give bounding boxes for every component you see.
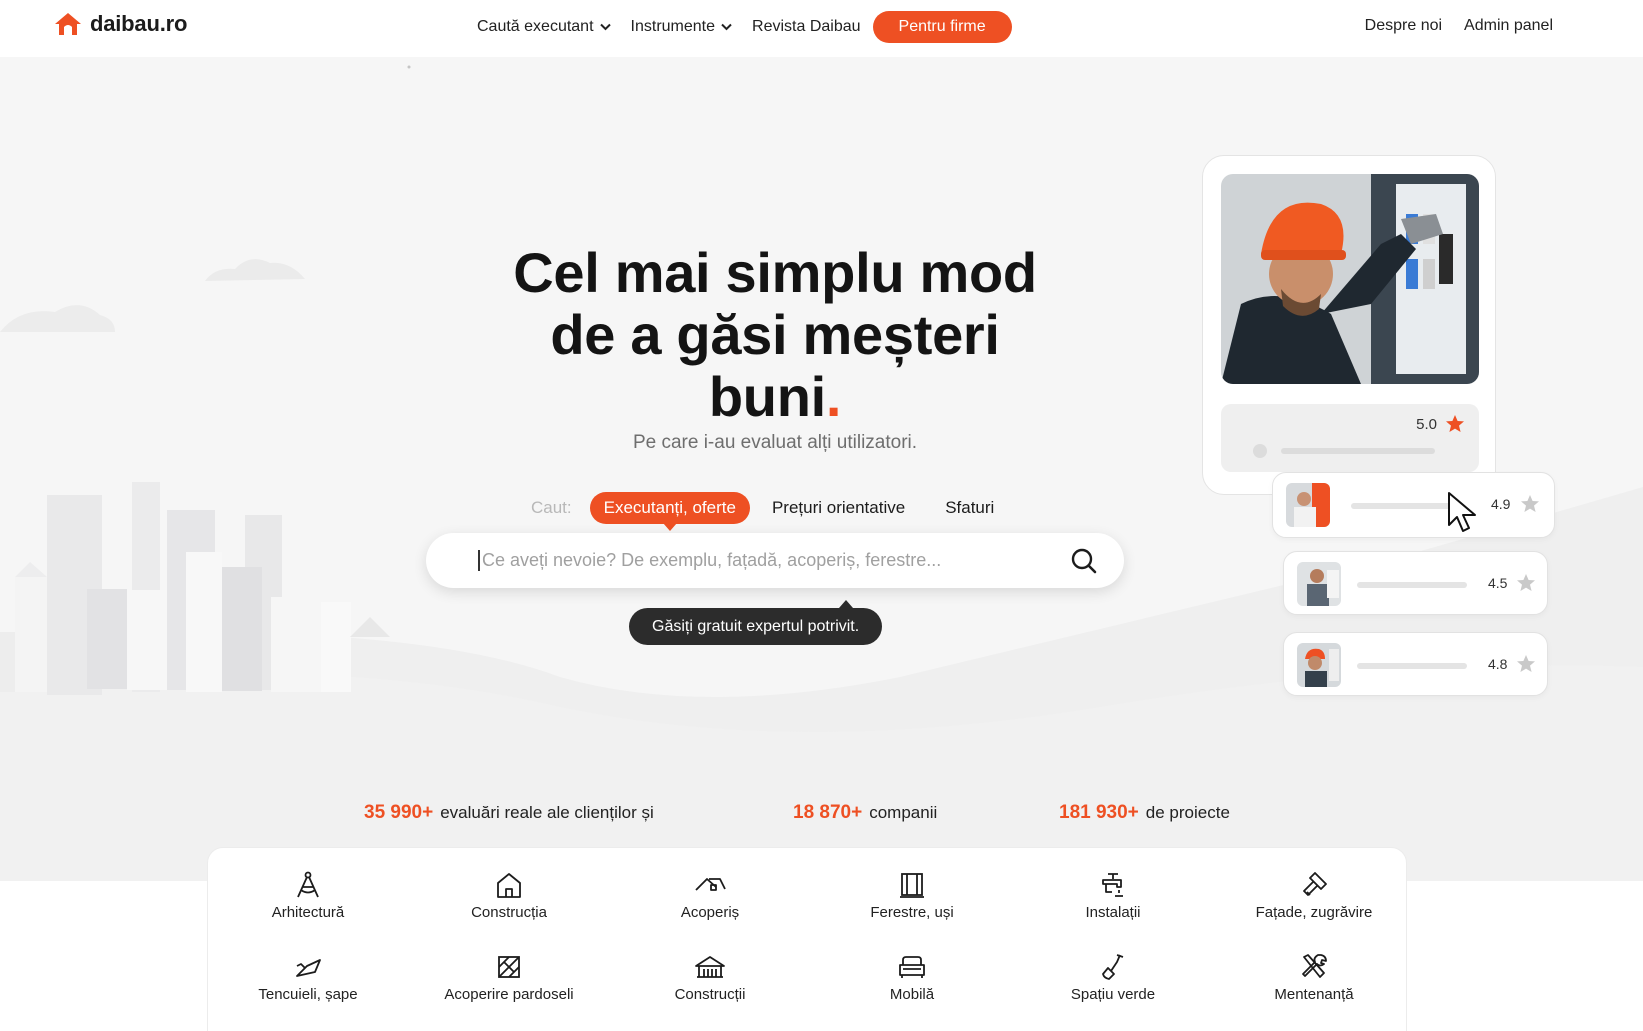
search-type-tabs: Caut: Executanți, oferte Prețuri orienta… <box>531 492 998 531</box>
category-label: Construcții <box>674 986 746 1003</box>
shovel-icon <box>1102 954 1124 980</box>
star-icon <box>1521 495 1539 512</box>
headline-dot: . <box>825 365 842 428</box>
category-maintenance[interactable]: Mentenanță <box>1214 952 1414 1003</box>
stat-number: 35 990+ <box>364 802 434 823</box>
category-label: Acoperiș <box>680 904 740 921</box>
search-input[interactable] <box>478 550 1070 571</box>
category-label: Instalații <box>1085 904 1141 921</box>
category-green-space[interactable]: Spațiu verde <box>1013 952 1213 1003</box>
armchair-icon <box>899 956 925 978</box>
worker-photo <box>1221 174 1479 384</box>
category-label: Ferestre, uși <box>870 904 954 921</box>
category-buildings[interactable]: Construcții <box>610 952 810 1003</box>
category-label: Mentenanță <box>1274 986 1354 1003</box>
preview-phone-card: 5.0 <box>1202 155 1496 495</box>
faucet-icon <box>1102 873 1123 897</box>
building-icon <box>695 956 725 978</box>
hero-section: Cel mai simplu mod de a găsi meșteri bun… <box>0 57 1643 881</box>
chevron-down-icon <box>721 23 732 31</box>
tabs-label: Caut: <box>531 498 572 517</box>
trowel-icon <box>296 959 321 977</box>
star-icon <box>1517 574 1535 591</box>
category-architecture[interactable]: Arhitectură <box>208 870 408 921</box>
about-us-link[interactable]: Despre noi <box>1365 17 1442 35</box>
admin-panel-link[interactable]: Admin panel <box>1464 17 1553 35</box>
category-label: Acoperire pardoseli <box>444 986 574 1003</box>
compass-icon <box>297 871 319 898</box>
tools-icon <box>1302 954 1327 978</box>
rating-card-thumbnail <box>1297 562 1341 606</box>
chevron-down-icon <box>599 23 611 31</box>
stat-text: companii <box>869 803 938 822</box>
search-bar <box>426 533 1124 588</box>
headline-line-3: buni <box>708 365 826 428</box>
nav-item-label: Instrumente <box>630 18 716 35</box>
category-label: Construcția <box>471 904 547 921</box>
stat-text: evaluări reale ale clienților și <box>440 803 654 822</box>
star-icon <box>1517 655 1535 672</box>
search-tooltip: Găsiți gratuit expertul potrivit. <box>629 600 883 645</box>
star-icon <box>1446 415 1464 432</box>
nav-item-label: Caută executant <box>477 18 594 35</box>
nav-tools[interactable]: Instrumente <box>631 18 732 36</box>
rating-value: 4.9 <box>1491 496 1511 512</box>
hero-headline: Cel mai simplu mod de a găsi meșteri bun… <box>440 242 1110 428</box>
rating-card-thumbnail <box>1286 483 1330 527</box>
for-companies-button[interactable]: Pentru firme <box>872 11 1012 43</box>
tab-advice[interactable]: Sfaturi <box>941 498 998 518</box>
hero-subtitle: Pe care i-au evaluat alți utilizatori. <box>632 432 918 453</box>
category-floor-coverings[interactable]: Acoperire pardoseli <box>409 952 609 1003</box>
top-navbar: daibau.ro Caută executant Instrumente Re… <box>0 0 1643 57</box>
category-label: Fațade, zugrăvire <box>1255 904 1373 921</box>
stat-text: de proiecte <box>1145 803 1230 822</box>
stat-number: 181 930+ <box>1059 802 1139 823</box>
tab-indicative-prices[interactable]: Prețuri orientative <box>768 498 909 518</box>
house-icon <box>497 873 521 898</box>
rating-card: 4.5 <box>1283 551 1548 615</box>
nav-search-executor[interactable]: Caută executant <box>477 18 611 36</box>
category-label: Arhitectură <box>271 904 345 921</box>
rating-card-thumbnail <box>1297 643 1341 687</box>
main-rating-value: 5.0 <box>1416 416 1437 433</box>
stat-number: 18 870+ <box>793 802 863 823</box>
category-plaster-screed[interactable]: Tencuieli, șape <box>208 952 408 1003</box>
logo-text: daibau.ro <box>90 11 188 36</box>
house-logo-icon <box>55 13 81 35</box>
search-icon[interactable] <box>1070 547 1098 575</box>
category-installations[interactable]: Instalații <box>1013 870 1213 921</box>
logo[interactable]: daibau.ro <box>53 11 187 37</box>
rating-card: 4.9 <box>1272 472 1555 538</box>
mouse-cursor-icon <box>1448 492 1476 532</box>
headline-line-1: Cel mai simplu mod <box>513 241 1037 304</box>
rating-value: 4.8 <box>1488 656 1508 672</box>
rating-value: 4.5 <box>1488 575 1508 591</box>
stat-projects: 181 930+ de proiecte <box>1059 802 1230 824</box>
headline-line-2: de a găsi meșteri <box>550 303 1000 366</box>
category-roof[interactable]: Acoperiș <box>610 870 810 921</box>
floor-tiles-icon <box>498 956 520 978</box>
tab-executors-offers[interactable]: Executanți, oferte <box>589 492 750 531</box>
category-windows-doors[interactable]: Ferestre, uși <box>812 870 1012 921</box>
stat-reviews: 35 990+ evaluări reale ale clienților și <box>364 802 654 824</box>
main-rating-box: 5.0 <box>1221 404 1479 472</box>
stats-row: 35 990+ evaluări reale ale clienților și… <box>0 802 1643 824</box>
category-facades-painting[interactable]: Fațade, zugrăvire <box>1214 870 1414 921</box>
category-label: Mobilă <box>889 986 935 1003</box>
category-construction[interactable]: Construcția <box>409 870 609 921</box>
window-icon <box>900 873 924 898</box>
stat-companies: 18 870+ companii <box>793 802 937 824</box>
categories-panel: Arhitectură Construcția Acoperiș Ferestr… <box>207 847 1407 1031</box>
category-furniture[interactable]: Mobilă <box>812 952 1012 1003</box>
nav-item-label: Revista Daibau <box>752 18 861 35</box>
nav-magazine[interactable]: Revista Daibau <box>752 18 861 36</box>
rating-card: 4.8 <box>1283 632 1548 696</box>
roof-icon <box>695 878 726 891</box>
category-label: Tencuieli, șape <box>258 986 358 1003</box>
paint-roller-icon <box>1303 872 1327 896</box>
category-label: Spațiu verde <box>1070 986 1156 1003</box>
